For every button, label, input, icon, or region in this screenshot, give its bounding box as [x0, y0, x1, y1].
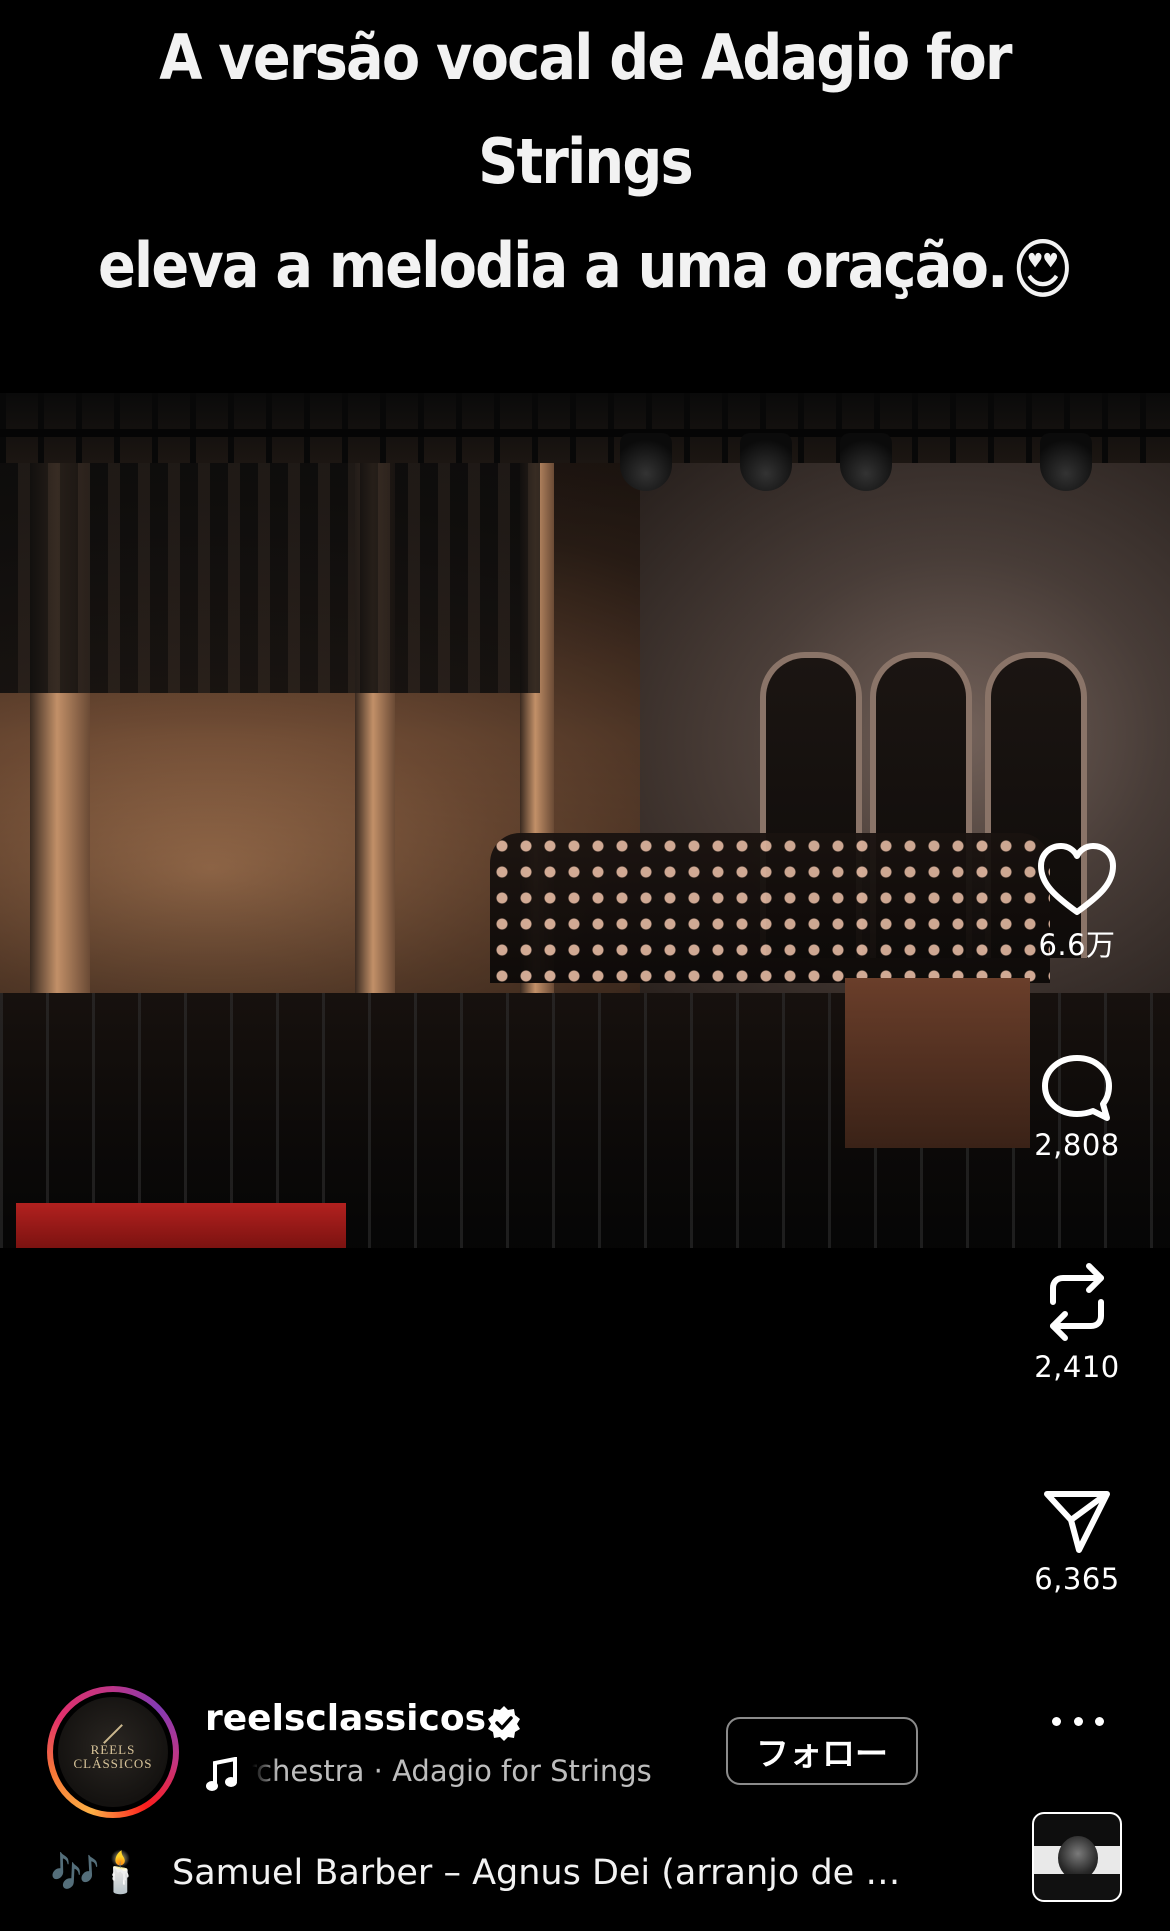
more-options-button[interactable]: [1052, 1706, 1104, 1736]
share-count: 6,365: [1034, 1562, 1120, 1596]
heart-icon[interactable]: [1035, 840, 1119, 918]
reel-description[interactable]: Samuel Barber – Agnus Dei (arranjo de Ad…: [172, 1848, 922, 1898]
heart-eyes-emoji: 😍: [1011, 230, 1074, 308]
caption-line-2: eleva a melodia a uma oração.😍: [77, 214, 1094, 322]
music-note-icon: [206, 1757, 237, 1791]
repost-action[interactable]: 2,410: [1022, 1258, 1132, 1384]
video-choir: [490, 833, 1050, 983]
video-stage-light: [620, 433, 672, 491]
avatar[interactable]: REELS CLÁSSICOS: [58, 1697, 168, 1807]
avatar-logo-text-1: REELS: [90, 1742, 136, 1757]
more-dots-icon: [1052, 1716, 1061, 1726]
reel-video[interactable]: [0, 393, 1170, 1258]
audio-track-label[interactable]: Orchestra · Adagio for Strings: [252, 1754, 685, 1788]
video-organ-console: [845, 978, 1030, 1148]
comment-action[interactable]: 2,808: [1022, 1052, 1132, 1162]
comment-bubble-icon[interactable]: [1039, 1052, 1115, 1124]
reel-caption: A versão vocal de Adagio for Strings ele…: [77, 6, 1094, 322]
video-truss-bar: [0, 429, 1170, 437]
avatar-story-ring[interactable]: REELS CLÁSSICOS: [47, 1686, 179, 1818]
video-stage-light: [840, 433, 892, 491]
paper-plane-icon[interactable]: [1039, 1486, 1115, 1558]
repost-icon[interactable]: [1039, 1258, 1115, 1346]
video-red-carpet: [16, 1203, 346, 1249]
like-count: 6.6万: [1038, 928, 1116, 962]
video-bottom-edge: [0, 1248, 1170, 1258]
video-stage-light: [1040, 433, 1092, 491]
username[interactable]: reelsclassicos: [205, 1698, 486, 1739]
repost-count: 2,410: [1034, 1350, 1120, 1384]
thumb-footer: [1034, 1874, 1120, 1900]
video-stage-light: [740, 433, 792, 491]
avatar-ring-gap: REELS CLÁSSICOS: [53, 1692, 173, 1812]
audio-cover-thumbnail[interactable]: [1032, 1812, 1122, 1902]
more-dots-icon: [1095, 1716, 1104, 1726]
like-action[interactable]: 6.6万: [1022, 840, 1132, 964]
more-dots-icon: [1073, 1716, 1083, 1726]
audio-track-text: Orchestra · Adagio for Strings: [252, 1754, 652, 1788]
follow-button[interactable]: フォロー: [726, 1717, 918, 1785]
avatar-logo-text-2: CLÁSSICOS: [73, 1756, 153, 1771]
description-emoji: 🎶🕯️: [50, 1851, 146, 1895]
caption-line-1: A versão vocal de Adagio for Strings: [159, 21, 1012, 198]
video-organ-pipes: [0, 453, 540, 693]
comment-count: 2,808: [1034, 1128, 1120, 1162]
video-lighting-truss: [0, 393, 1170, 463]
caption-line-2-text: eleva a melodia a uma oração.: [97, 229, 1008, 302]
baton-icon: [103, 1724, 123, 1744]
share-action[interactable]: 6,365: [1022, 1486, 1132, 1596]
verified-badge-icon: [488, 1706, 520, 1741]
